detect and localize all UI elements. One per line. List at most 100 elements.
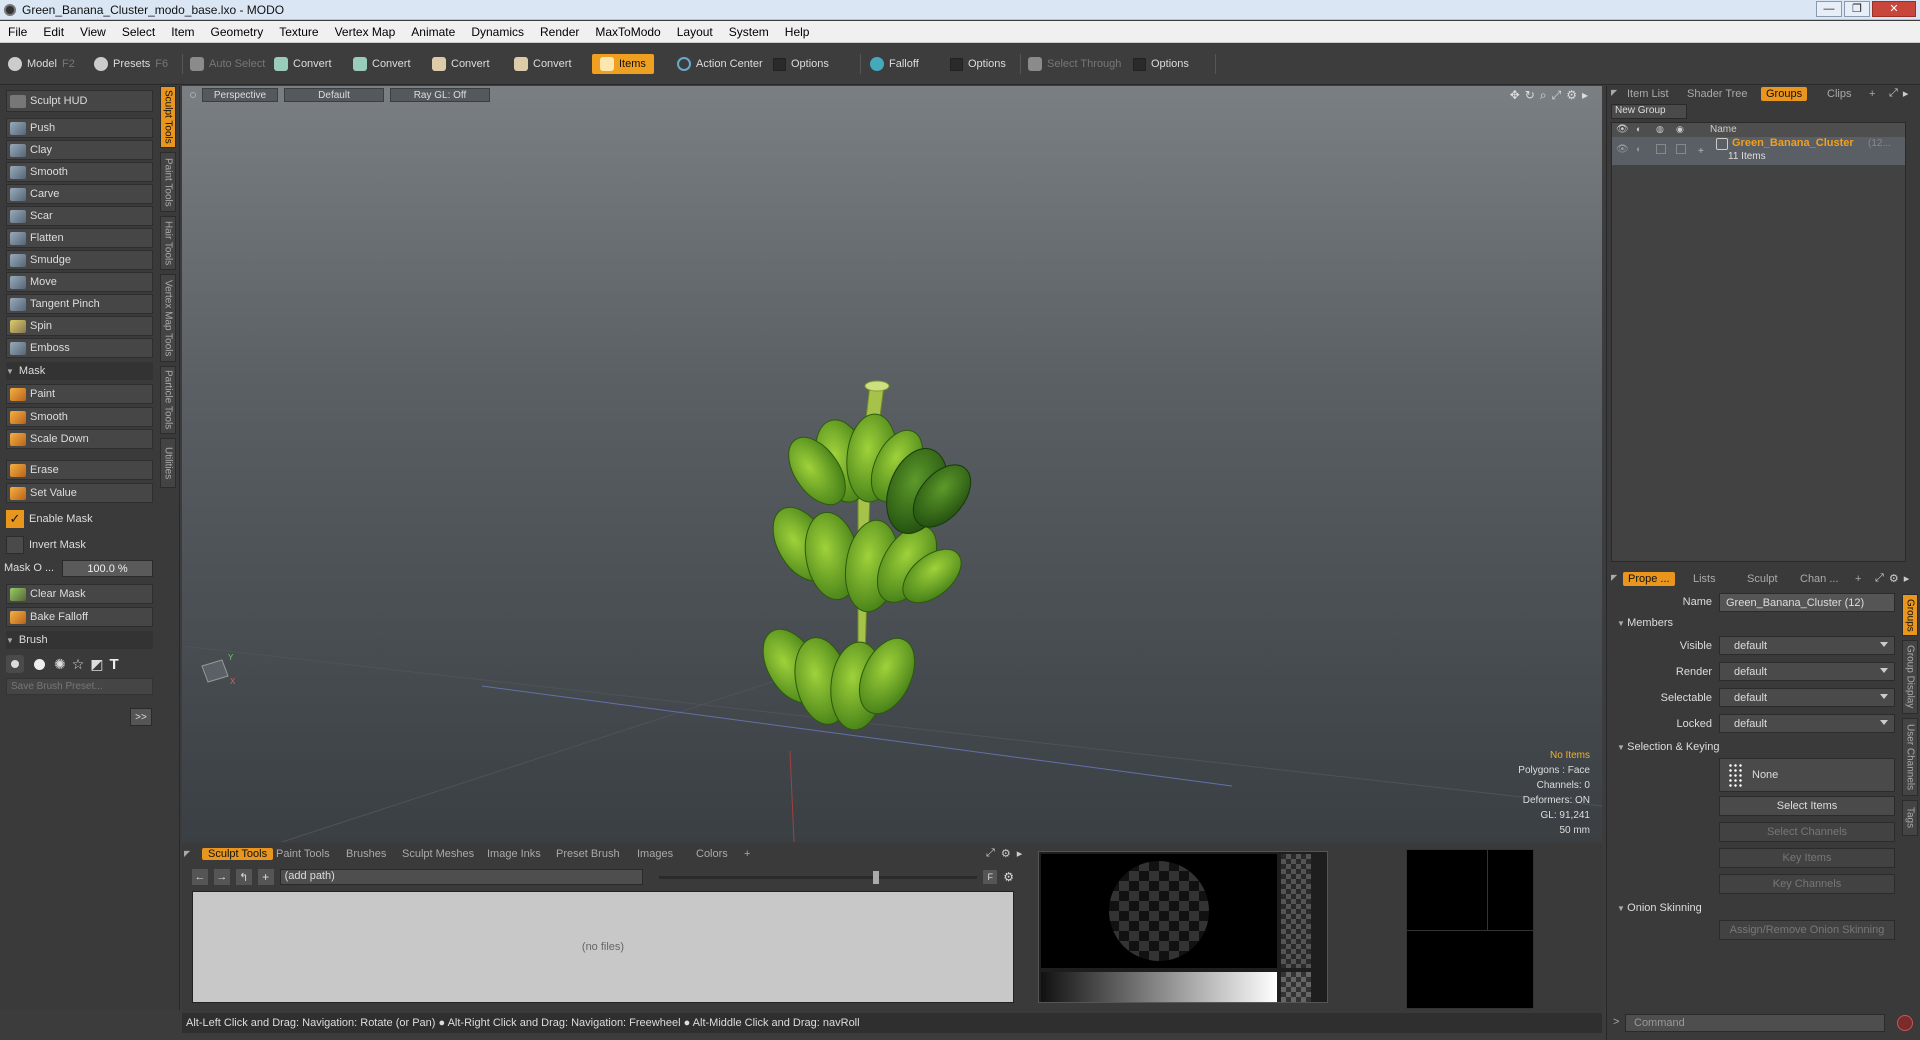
- expand-button[interactable]: >>: [130, 708, 152, 726]
- action-center-options-button[interactable]: Options: [773, 54, 829, 74]
- tool-spin[interactable]: Spin: [6, 316, 153, 336]
- new-group-button[interactable]: New Group: [1611, 104, 1687, 119]
- panel-menu-icon[interactable]: ◤: [1611, 88, 1617, 97]
- vtab-sculpt-tools[interactable]: Sculpt Tools: [160, 86, 176, 148]
- tab-lists[interactable]: Lists: [1693, 573, 1716, 585]
- filter-button[interactable]: F: [983, 870, 998, 884]
- panel-expand-icon[interactable]: ⤢: [1875, 572, 1884, 585]
- tab-images[interactable]: Images: [637, 848, 673, 860]
- menu-help[interactable]: Help: [777, 25, 818, 39]
- menu-select[interactable]: Select: [114, 25, 163, 39]
- forward-arrow-icon[interactable]: →: [213, 869, 230, 885]
- path-dropdown[interactable]: (add path): [279, 869, 644, 885]
- splat-brush-icon[interactable]: ✺: [54, 656, 66, 673]
- mask-section-header[interactable]: ▼ Mask: [6, 362, 153, 380]
- menu-item[interactable]: Item: [163, 25, 202, 39]
- select-channels-button[interactable]: Select Channels: [1719, 822, 1895, 842]
- panel-arrow-icon[interactable]: ▸: [1903, 87, 1909, 100]
- tool-scar[interactable]: Scar: [6, 206, 153, 226]
- auto-select-button[interactable]: Auto Select: [190, 54, 265, 74]
- panel-settings-icon[interactable]: ⚙: [1001, 847, 1011, 860]
- onion-skinning-section[interactable]: ▼ Onion Skinning: [1617, 902, 1702, 914]
- vtab-tags[interactable]: Tags: [1902, 800, 1918, 836]
- select-through-button[interactable]: Select Through: [1028, 54, 1121, 74]
- back-arrow-icon[interactable]: ←: [192, 869, 208, 885]
- menu-layout[interactable]: Layout: [669, 25, 721, 39]
- selection-keying-section[interactable]: ▼ Selection & Keying: [1617, 741, 1719, 753]
- vtab-utilities[interactable]: Utilities: [160, 438, 176, 488]
- menu-maxtomodo[interactable]: MaxToModo: [587, 25, 668, 39]
- convert-polygons-button[interactable]: Convert: [432, 54, 490, 74]
- menu-texture[interactable]: Texture: [271, 25, 326, 39]
- close-button[interactable]: ✕: [1872, 1, 1916, 17]
- menu-edit[interactable]: Edit: [35, 25, 72, 39]
- vtab-paint-tools[interactable]: Paint Tools: [160, 152, 176, 212]
- tab-preset-brush[interactable]: Preset Brush: [556, 848, 620, 860]
- tool-clay[interactable]: Clay: [6, 140, 153, 160]
- enable-mask-toggle[interactable]: ✓ Enable Mask: [6, 510, 153, 528]
- add-tab-button[interactable]: +: [1855, 573, 1861, 585]
- mask-scale-down-button[interactable]: Scale Down: [6, 429, 153, 449]
- menu-file[interactable]: File: [0, 25, 35, 39]
- presets-tab[interactable]: Presets F6: [94, 54, 168, 74]
- sculpt-hud-button[interactable]: Sculpt HUD: [6, 90, 153, 112]
- falloff-button[interactable]: Falloff: [870, 54, 919, 74]
- options-checkbox[interactable]: [950, 57, 963, 71]
- menu-animate[interactable]: Animate: [403, 25, 463, 39]
- menu-system[interactable]: System: [721, 25, 777, 39]
- tool-smooth[interactable]: Smooth: [6, 162, 153, 182]
- name-field[interactable]: Green_Banana_Cluster (12): [1719, 593, 1895, 612]
- menu-view[interactable]: View: [72, 25, 114, 39]
- assign-onion-skinning-button[interactable]: Assign/Remove Onion Skinning: [1719, 920, 1895, 940]
- parent-folder-icon[interactable]: ↰: [235, 869, 252, 885]
- set-value-button[interactable]: Set Value: [6, 483, 153, 503]
- visible-dropdown[interactable]: default: [1719, 636, 1895, 655]
- menu-dynamics[interactable]: Dynamics: [463, 25, 532, 39]
- selectable-dropdown[interactable]: default: [1719, 688, 1895, 707]
- hard-brush-icon[interactable]: [30, 655, 48, 673]
- vtab-vertex-map-tools[interactable]: Vertex Map Tools: [160, 274, 176, 362]
- tool-flatten[interactable]: Flatten: [6, 228, 153, 248]
- minimize-button[interactable]: —: [1816, 1, 1842, 17]
- panel-expand-icon[interactable]: ⤢: [1889, 87, 1898, 100]
- browser-settings-icon[interactable]: ⚙: [1003, 870, 1014, 884]
- invert-mask-checkbox[interactable]: [6, 536, 24, 554]
- panel-arrow-icon[interactable]: ▸: [1017, 847, 1023, 860]
- tool-push[interactable]: Push: [6, 118, 153, 138]
- mask-paint-button[interactable]: Paint: [6, 384, 153, 404]
- groups-list[interactable]: 👁 ◐ ◍ ◉ Name 👁 ◐ + Green_Banana_Cluster …: [1611, 122, 1906, 562]
- add-tab-button[interactable]: +: [1869, 88, 1875, 100]
- command-history-icon[interactable]: [1897, 1015, 1913, 1031]
- key-channels-button[interactable]: Key Channels: [1719, 874, 1895, 894]
- command-input[interactable]: Command: [1625, 1014, 1885, 1032]
- soft-brush-icon[interactable]: [6, 655, 24, 673]
- select-through-options-button[interactable]: Options: [1133, 54, 1189, 74]
- mask-smooth-button[interactable]: Smooth: [6, 407, 153, 427]
- options-checkbox[interactable]: [773, 57, 786, 71]
- render-toggle-icon[interactable]: ◐: [1636, 144, 1641, 154]
- render-dropdown[interactable]: default: [1719, 662, 1895, 681]
- select-toggle[interactable]: [1676, 144, 1686, 154]
- vtab-particle-tools[interactable]: Particle Tools: [160, 366, 176, 434]
- menu-geometry[interactable]: Geometry: [203, 25, 272, 39]
- tab-clips[interactable]: Clips: [1827, 88, 1851, 100]
- panel-menu-icon[interactable]: ◤: [184, 849, 190, 858]
- tool-tangent-pinch[interactable]: Tangent Pinch: [6, 294, 153, 314]
- image-brush-icon[interactable]: ◩: [90, 656, 103, 673]
- invert-mask-toggle[interactable]: Invert Mask: [6, 536, 153, 554]
- menu-vertex-map[interactable]: Vertex Map: [327, 25, 404, 39]
- erase-button[interactable]: Erase: [6, 460, 153, 480]
- options-checkbox[interactable]: [1133, 57, 1146, 71]
- visibility-toggle-icon[interactable]: 👁: [1616, 144, 1629, 155]
- tab-item-list[interactable]: Item List: [1627, 88, 1669, 100]
- items-mode-button[interactable]: Items: [592, 54, 654, 74]
- expand-plus-icon[interactable]: +: [1698, 146, 1704, 157]
- save-brush-preset-field[interactable]: Save Brush Preset...: [6, 678, 153, 695]
- vtab-groups[interactable]: Groups: [1902, 594, 1918, 636]
- tab-sculpt[interactable]: Sculpt: [1747, 573, 1778, 585]
- panel-expand-icon[interactable]: ⤢: [986, 847, 995, 860]
- tab-properties[interactable]: Prope ...: [1623, 572, 1675, 586]
- mask-opacity-field[interactable]: 100.0 %: [62, 560, 153, 577]
- action-center-button[interactable]: Action Center: [677, 54, 763, 74]
- menu-render[interactable]: Render: [532, 25, 587, 39]
